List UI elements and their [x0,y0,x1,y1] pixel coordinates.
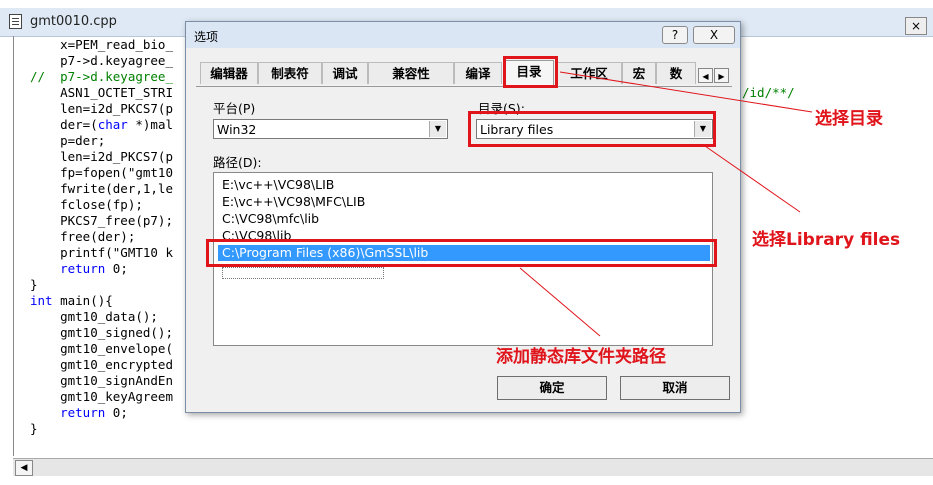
paths-label: 路径(D): [213,155,262,170]
tab-workspace[interactable]: 工作区 [556,62,622,84]
dialog-title-bar: 选项 ? X [186,22,740,48]
code-line: len=i2d_PKCS7(p [30,101,173,116]
code-line: p=der; [30,133,106,148]
annotation-select-directory: 选择目录 [815,109,883,129]
tab-strip: 编辑器 制表符 调试 兼容性 编译 目录 工作区 宏 数 [196,60,732,87]
file-icon [9,14,22,29]
code-line: gmt10_encrypted [30,357,173,372]
new-entry-placeholder[interactable] [222,267,384,279]
tab-macros[interactable]: 宏 [622,62,656,84]
code-line: return 0; [60,405,128,420]
cancel-button[interactable]: 取消 [620,376,730,400]
annotation-add-path: 添加静态库文件夹路径 [496,347,666,367]
help-button[interactable]: ? [662,26,688,44]
code-line: printf("GMT10 k [30,245,173,260]
code-line: int main(){ [30,293,113,308]
ok-button[interactable]: 确定 [497,376,607,400]
code-line: gmt10_signAndEn [30,373,173,388]
code-line: gmt10_data(); [30,309,158,324]
highlight-directories-tab [503,56,558,88]
code-keyword: return [60,261,106,276]
editor-close-button[interactable]: × [905,17,927,35]
code-fragment: /id/**/ [742,85,795,100]
highlight-gmssl-path [206,239,717,267]
highlight-directory-select [468,111,716,147]
code-line: fwrite(der,1,le [30,181,173,196]
platform-select[interactable]: Win32 ▼ [213,119,448,139]
code-line: gmt10_signed(); [30,325,173,340]
chevron-down-icon[interactable]: ▼ [429,121,446,137]
code-line: ASN1_OCTET_STRI [30,85,173,100]
list-item[interactable]: C:\VC98\mfc\lib [222,211,319,227]
tab-scroll-right-icon[interactable]: ▶ [714,68,729,83]
code-keyword: char [97,117,128,132]
annotation-select-library-files: 选择Library files [752,230,901,250]
tab-editor[interactable]: 编辑器 [200,62,258,84]
platform-value: Win32 [217,122,257,137]
code-line: } [30,277,38,292]
code-line: gmt10_envelope( [30,341,173,356]
scroll-left-icon[interactable]: ◀ [15,460,33,476]
tab-build[interactable]: 编译 [454,62,502,84]
list-item[interactable]: E:\vc++\VC98\LIB [222,177,334,193]
code-keyword: int [30,293,53,308]
tab-debug[interactable]: 调试 [322,62,368,84]
list-item[interactable]: E:\vc++\VC98\MFC\LIB [222,194,365,210]
close-button[interactable]: X [693,26,735,44]
tab-compatibility[interactable]: 兼容性 [368,62,454,84]
code-line: return 0; [60,261,128,276]
dialog-title: 选项 [194,30,219,44]
code-line: } [30,421,38,436]
code-line: fclose(fp); [30,197,143,212]
code-line: PKCS7_free(p7); [30,213,173,228]
code-line: // p7->d.keyagree_ [30,69,173,84]
editor-title: gmt0010.cpp [30,14,117,29]
tab-data[interactable]: 数 [656,62,696,84]
tab-tabs[interactable]: 制表符 [258,62,322,84]
tab-scroll-left-icon[interactable]: ◀ [698,68,713,83]
code-line: der=(char *)mal [30,117,173,132]
code-line: fp=fopen("gmt10 [30,165,173,180]
tab-scroller: ◀ ▶ [698,68,730,84]
code-line: x=PEM_read_bio_ [30,37,173,52]
platform-label: 平台(P) [213,101,256,116]
code-line: gmt10_keyAgreem [30,389,173,404]
editor-horizontal-scrollbar[interactable]: ◀ [13,458,933,476]
code-line: p7->d.keyagree_ [30,53,173,68]
code-line: free(der); [30,229,136,244]
code-line: len=i2d_PKCS7(p [30,149,173,164]
code-keyword: return [60,405,106,420]
